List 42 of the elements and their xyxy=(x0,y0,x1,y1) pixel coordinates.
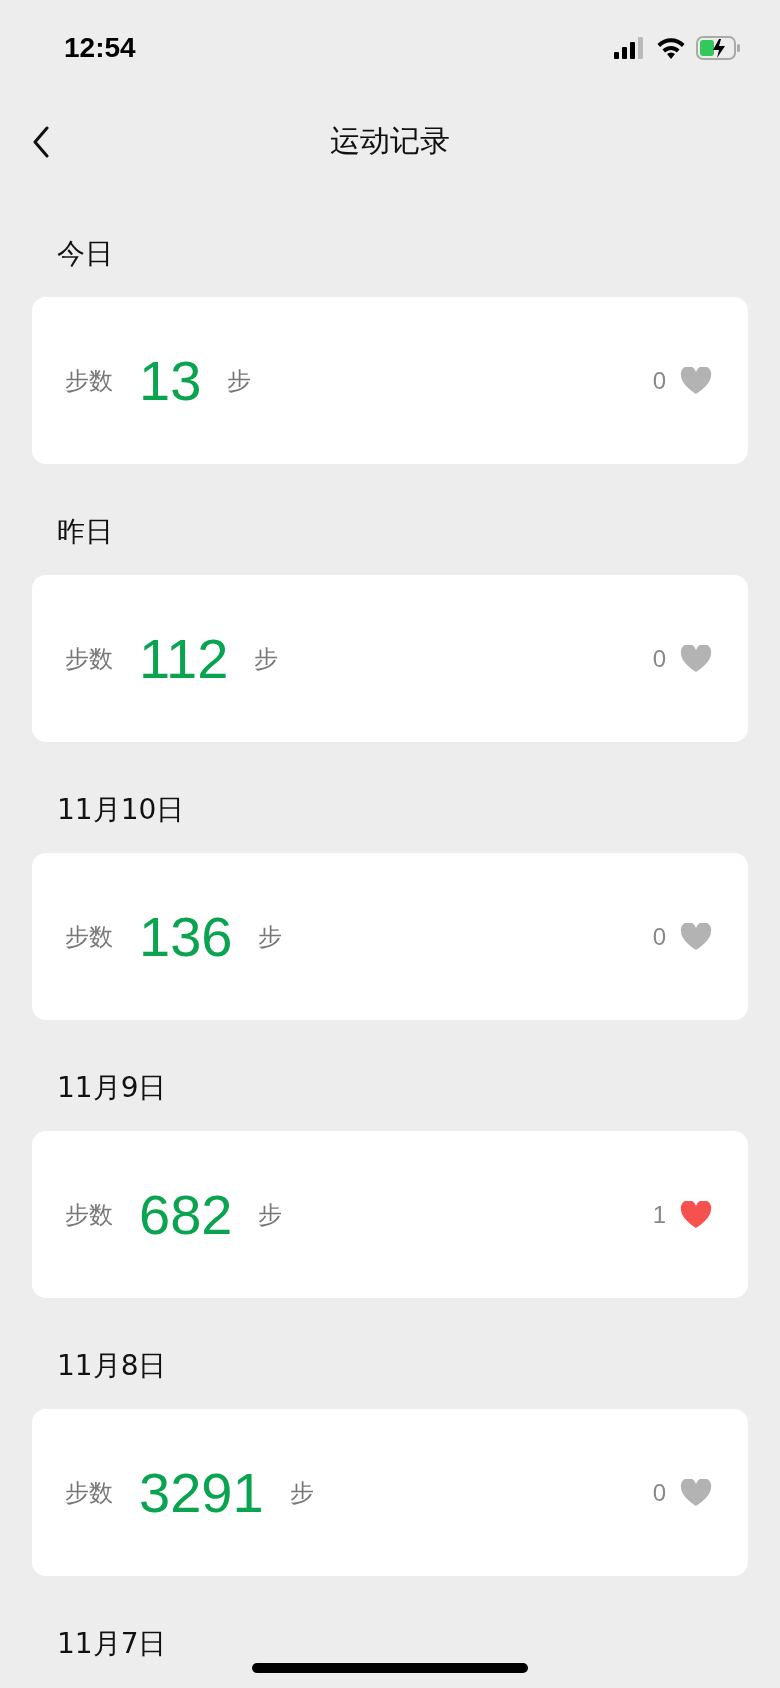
date-heading: 11月8日 xyxy=(57,1349,167,1382)
steps-label: 步数 xyxy=(65,921,113,953)
date-heading: 11月7日 xyxy=(57,1627,167,1660)
step-card[interactable]: 步数 3291 步 0 xyxy=(32,1409,748,1576)
signal-icon xyxy=(614,37,646,59)
steps-unit: 步 xyxy=(254,643,280,675)
step-count: 112 xyxy=(139,626,229,691)
date-heading: 昨日 xyxy=(57,515,113,548)
date-heading: 今日 xyxy=(57,237,113,270)
wifi-icon xyxy=(656,37,686,59)
like-count: 1 xyxy=(652,1200,666,1229)
steps-unit: 步 xyxy=(227,365,253,397)
steps-label: 步数 xyxy=(65,643,113,675)
like-count: 0 xyxy=(652,644,666,673)
step-card[interactable]: 步数 136 步 0 xyxy=(32,853,748,1020)
step-count: 682 xyxy=(139,1182,233,1247)
heart-icon[interactable] xyxy=(680,922,712,951)
step-card[interactable]: 步数 13 步 0 xyxy=(32,297,748,464)
heart-icon[interactable] xyxy=(680,644,712,673)
date-heading: 11月9日 xyxy=(57,1071,167,1104)
like-count: 0 xyxy=(652,922,666,951)
step-card[interactable]: 步数 112 步 0 xyxy=(32,575,748,742)
page-title: 运动记录 xyxy=(330,121,450,160)
steps-unit: 步 xyxy=(258,1199,284,1231)
steps-unit: 步 xyxy=(258,921,284,953)
like-count: 0 xyxy=(652,366,666,395)
steps-unit: 步 xyxy=(289,1477,315,1509)
steps-label: 步数 xyxy=(65,1199,113,1231)
back-icon[interactable] xyxy=(32,126,50,158)
heart-icon[interactable] xyxy=(680,366,712,395)
step-card[interactable]: 步数 682 步 1 xyxy=(32,1131,748,1298)
heart-icon[interactable] xyxy=(680,1200,712,1229)
status-time: 12:54 xyxy=(64,32,136,64)
step-count: 13 xyxy=(139,348,202,413)
date-heading: 11月10日 xyxy=(57,793,185,826)
steps-label: 步数 xyxy=(65,1477,113,1509)
battery-charging-icon xyxy=(696,36,742,60)
like-count: 0 xyxy=(652,1478,666,1507)
step-count: 136 xyxy=(139,904,233,969)
step-count: 3291 xyxy=(139,1460,264,1525)
steps-label: 步数 xyxy=(65,365,113,397)
heart-icon[interactable] xyxy=(680,1478,712,1507)
